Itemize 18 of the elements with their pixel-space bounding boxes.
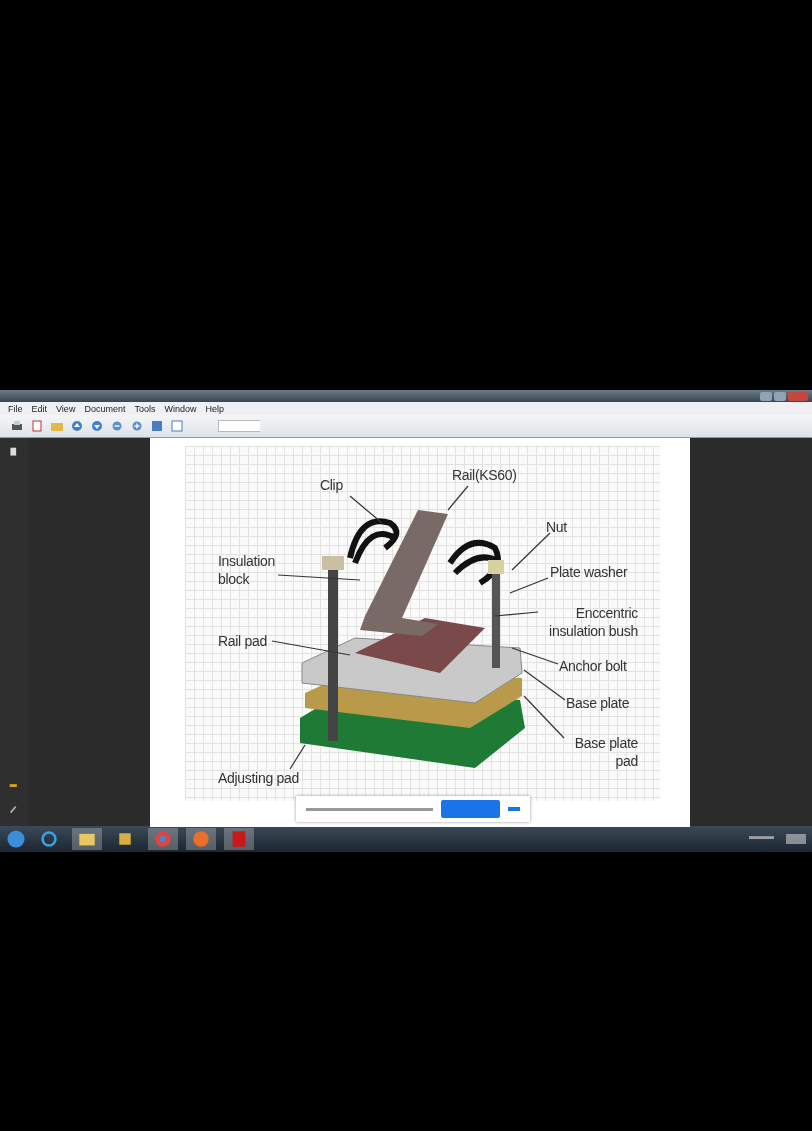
part-label: Enccentric insulation bush: [548, 604, 638, 640]
menu-item[interactable]: Help: [205, 403, 224, 414]
menu-item[interactable]: File: [8, 403, 23, 414]
part-label: Insulation block: [218, 552, 276, 588]
menu-item[interactable]: Window: [164, 403, 197, 414]
part-label: Clip: [320, 476, 343, 494]
part-label: Base plate: [566, 694, 630, 712]
menu-item[interactable]: Tools: [134, 403, 156, 414]
menu-item[interactable]: Document: [84, 403, 126, 414]
part-label: Base plate pad: [573, 734, 638, 770]
menu-item[interactable]: View: [56, 403, 76, 414]
menu-item[interactable]: Edit: [31, 403, 48, 414]
part-label: Rail(KS60): [452, 466, 517, 484]
part-label: Nut: [546, 518, 567, 536]
part-label: Plate washer: [550, 563, 628, 581]
part-label: Anchor bolt: [559, 657, 627, 675]
part-label: Adjusting pad: [218, 769, 299, 787]
part-label: Rail pad: [218, 632, 267, 650]
